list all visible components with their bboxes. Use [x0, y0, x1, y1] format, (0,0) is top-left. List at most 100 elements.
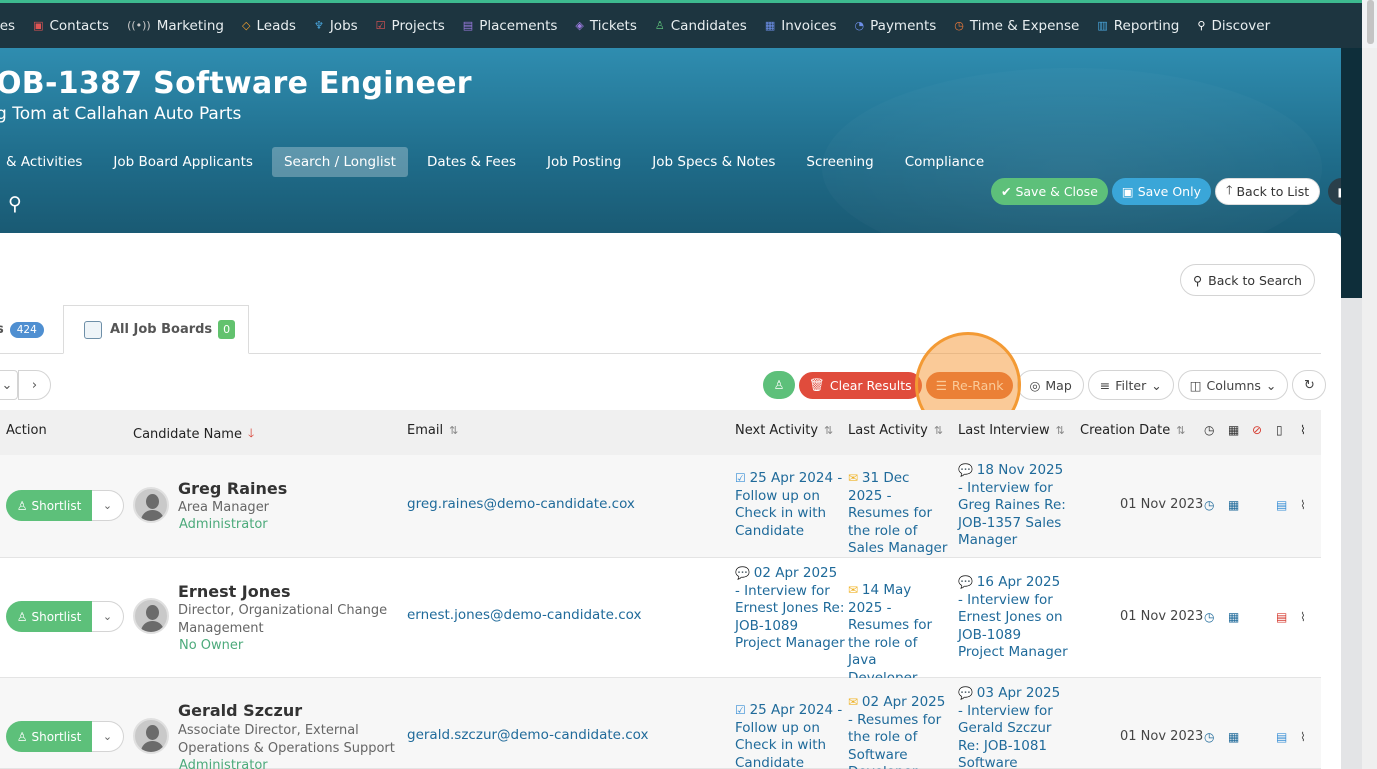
calendar-icon[interactable]: ▦ [1228, 610, 1239, 624]
clock-icon: ◷ [1204, 423, 1215, 437]
back-to-search-button[interactable]: ⚲ Back to Search [1180, 264, 1315, 296]
shortlist-control: ♙ Shortlist ⌄ [6, 490, 124, 521]
tab-activities[interactable]: & Activities [0, 147, 94, 177]
trash-icon: 🗑 [809, 377, 825, 392]
map-button[interactable]: ◎ Map [1017, 370, 1084, 400]
task-icon: ☑ [735, 471, 750, 485]
invoices-icon: ▦ [764, 19, 776, 32]
candidate-email[interactable]: ernest.jones@demo-candidate.cox [407, 607, 641, 623]
page-dropdown[interactable]: ⌄ [0, 370, 18, 400]
column-candidate-name[interactable]: Candidate Name 🡓 [133, 424, 254, 445]
nav-item-projects[interactable]: ☑ Projects [376, 18, 445, 34]
tab-all-job-boards[interactable]: All Job Boards 0 [63, 305, 249, 354]
shortlist-dropdown[interactable]: ⌄ [92, 601, 124, 632]
save-close-button[interactable]: ✔ Save & Close [991, 178, 1108, 205]
calendar-icon[interactable]: ▦ [1228, 730, 1239, 744]
table-row: ♙ Shortlist ⌄ Ernest Jones Director, Orga… [0, 558, 1321, 686]
nav-item-discover[interactable]: ⚲ Discover [1197, 18, 1270, 34]
filter-button[interactable]: ≡ Filter ⌄ [1087, 370, 1174, 400]
candidate-owner: Administrator [179, 758, 268, 769]
tab-candidates-source[interactable]: s 424 [0, 305, 64, 354]
nav-item-contacts[interactable]: ▣ Contacts [33, 18, 109, 34]
document-icon[interactable]: ▤ [1276, 730, 1287, 744]
projects-icon: ☑ [375, 19, 386, 32]
nav-item-leads[interactable]: ◇ Leads [242, 18, 296, 34]
last-interview[interactable]: 💬 18 Nov 2025 - Interview for Greg Raine… [958, 462, 1068, 550]
shortlist-button[interactable]: ♙ Shortlist [6, 601, 92, 632]
results-toolbar: ♙ 🗑 Clear Results ☰ Re-Rank ◎ Map ≡ Filter ⌄ … [763, 370, 1327, 400]
next-page-button[interactable]: › [18, 370, 51, 400]
clock-icon[interactable]: ◷ [1204, 498, 1214, 512]
nav-item-invoices[interactable]: ▦ Invoices [765, 18, 837, 34]
candidate-name[interactable]: Gerald Szczur [178, 701, 302, 720]
nav-item-reporting[interactable]: ▥ Reporting [1097, 18, 1179, 34]
calendar-icon[interactable]: ▦ [1228, 498, 1239, 512]
nav-item-candidates[interactable]: ♙ Candidates [655, 18, 747, 34]
document-icon: ▯ [1276, 423, 1283, 437]
last-interview[interactable]: 💬 16 Apr 2025 - Interview for Ernest Jon… [958, 574, 1068, 662]
candidate-name[interactable]: Ernest Jones [178, 582, 291, 601]
document-icon[interactable]: ▤ [1276, 498, 1287, 512]
tab-job-posting[interactable]: Job Posting [535, 147, 633, 177]
column-last-activity[interactable]: Last Activity ⇅ [848, 423, 943, 438]
record-actions: ✔ Save & Close ▣ Save Only 🡑 Back to Lis… [991, 178, 1359, 205]
clear-results-button[interactable]: 🗑 Clear Results [799, 371, 922, 399]
chat-icon: 💬 [958, 575, 977, 589]
chat-icon: 💬 [958, 686, 977, 700]
clock-icon[interactable]: ◷ [1204, 610, 1214, 624]
next-activity[interactable]: ☑ 25 Apr 2024 - Follow up on Check in wi… [735, 470, 845, 540]
last-interview[interactable]: 💬 03 Apr 2025 - Interview for Gerald Szc… [958, 685, 1068, 769]
refresh-button[interactable]: ↻ [1292, 370, 1327, 400]
attachment-icon[interactable]: ⌇ [1300, 498, 1306, 512]
nav-item-companies[interactable]: ies [0, 18, 15, 34]
scrollbar-track[interactable] [1362, 48, 1377, 769]
pdf-document-icon[interactable]: ▤ [1276, 610, 1287, 624]
attachment-icon[interactable]: ⌇ [1300, 610, 1306, 624]
tab-job-specs-notes[interactable]: Job Specs & Notes [640, 147, 787, 177]
nav-item-placements[interactable]: ▤ Placements [463, 18, 558, 34]
next-activity[interactable]: ☑ 25 Apr 2024 - Follow up on Check in wi… [735, 702, 845, 769]
page-subtitle: g Tom at Callahan Auto Parts [0, 104, 242, 124]
count-badge: 0 [218, 320, 236, 339]
tab-job-board-applicants[interactable]: Job Board Applicants [101, 147, 265, 177]
scrollbar-thumb[interactable] [1367, 0, 1374, 44]
nav-item-time-expense[interactable]: ◷ Time & Expense [954, 18, 1079, 34]
nav-item-payments[interactable]: ◔ Payments [855, 18, 937, 34]
shortlist-button[interactable]: ♙ Shortlist [6, 721, 92, 752]
nav-item-jobs[interactable]: ♆ Jobs [314, 18, 358, 34]
tab-compliance[interactable]: Compliance [893, 147, 996, 177]
nav-item-marketing[interactable]: ((•)) Marketing [127, 18, 224, 34]
shortlist-button[interactable]: ♙ Shortlist [6, 490, 92, 521]
shortlist-dropdown[interactable]: ⌄ [92, 490, 124, 521]
map-pin-icon: ◎ [1029, 377, 1041, 393]
jobs-icon: ♆ [313, 19, 324, 32]
column-next-activity[interactable]: Next Activity ⇅ [735, 423, 833, 438]
attachment-icon[interactable]: ⌇ [1300, 730, 1306, 744]
pin-icon[interactable]: ⚲ [8, 193, 22, 215]
save-only-button[interactable]: ▣ Save Only [1111, 178, 1211, 205]
reporting-icon: ▥ [1097, 19, 1108, 32]
last-activity[interactable]: ✉ 02 Apr 2025 - Resumes for the role of … [848, 694, 948, 769]
shortlist-dropdown[interactable]: ⌄ [92, 721, 124, 752]
chat-icon: 💬 [958, 463, 977, 477]
column-email[interactable]: Email ⇅ [407, 423, 458, 438]
column-creation-date[interactable]: Creation Date ⇅ [1080, 423, 1185, 438]
columns-button[interactable]: ◫ Columns ⌄ [1177, 370, 1289, 400]
task-icon: ☑ [735, 703, 750, 717]
last-activity[interactable]: ✉ 31 Dec 2025 - Resumes for the role of … [848, 470, 948, 558]
candidate-email[interactable]: gerald.szczur@demo-candidate.cox [407, 727, 649, 743]
tab-search-longlist[interactable]: Search / Longlist [271, 147, 408, 177]
back-to-list-button[interactable]: 🡑 Back to List [1214, 178, 1321, 205]
column-last-interview[interactable]: Last Interview ⇅ [958, 423, 1065, 438]
add-candidate-button[interactable]: ♙ [763, 371, 795, 399]
candidate-name[interactable]: Greg Raines [178, 479, 287, 498]
last-activity[interactable]: ✉ 14 May 2025 - Resumes for the role of … [848, 582, 948, 687]
rerank-button[interactable]: ☰ Re-Rank [925, 371, 1014, 399]
tab-screening[interactable]: Screening [794, 147, 885, 177]
chevron-down-icon: ⌄ [102, 730, 113, 743]
clock-icon[interactable]: ◷ [1204, 730, 1214, 744]
next-activity[interactable]: 💬 02 Apr 2025 - Interview for Ernest Jon… [735, 565, 845, 653]
nav-item-tickets[interactable]: ◈ Tickets [575, 18, 636, 34]
candidate-email[interactable]: greg.raines@demo-candidate.cox [407, 496, 635, 512]
tab-dates-fees[interactable]: Dates & Fees [415, 147, 528, 177]
